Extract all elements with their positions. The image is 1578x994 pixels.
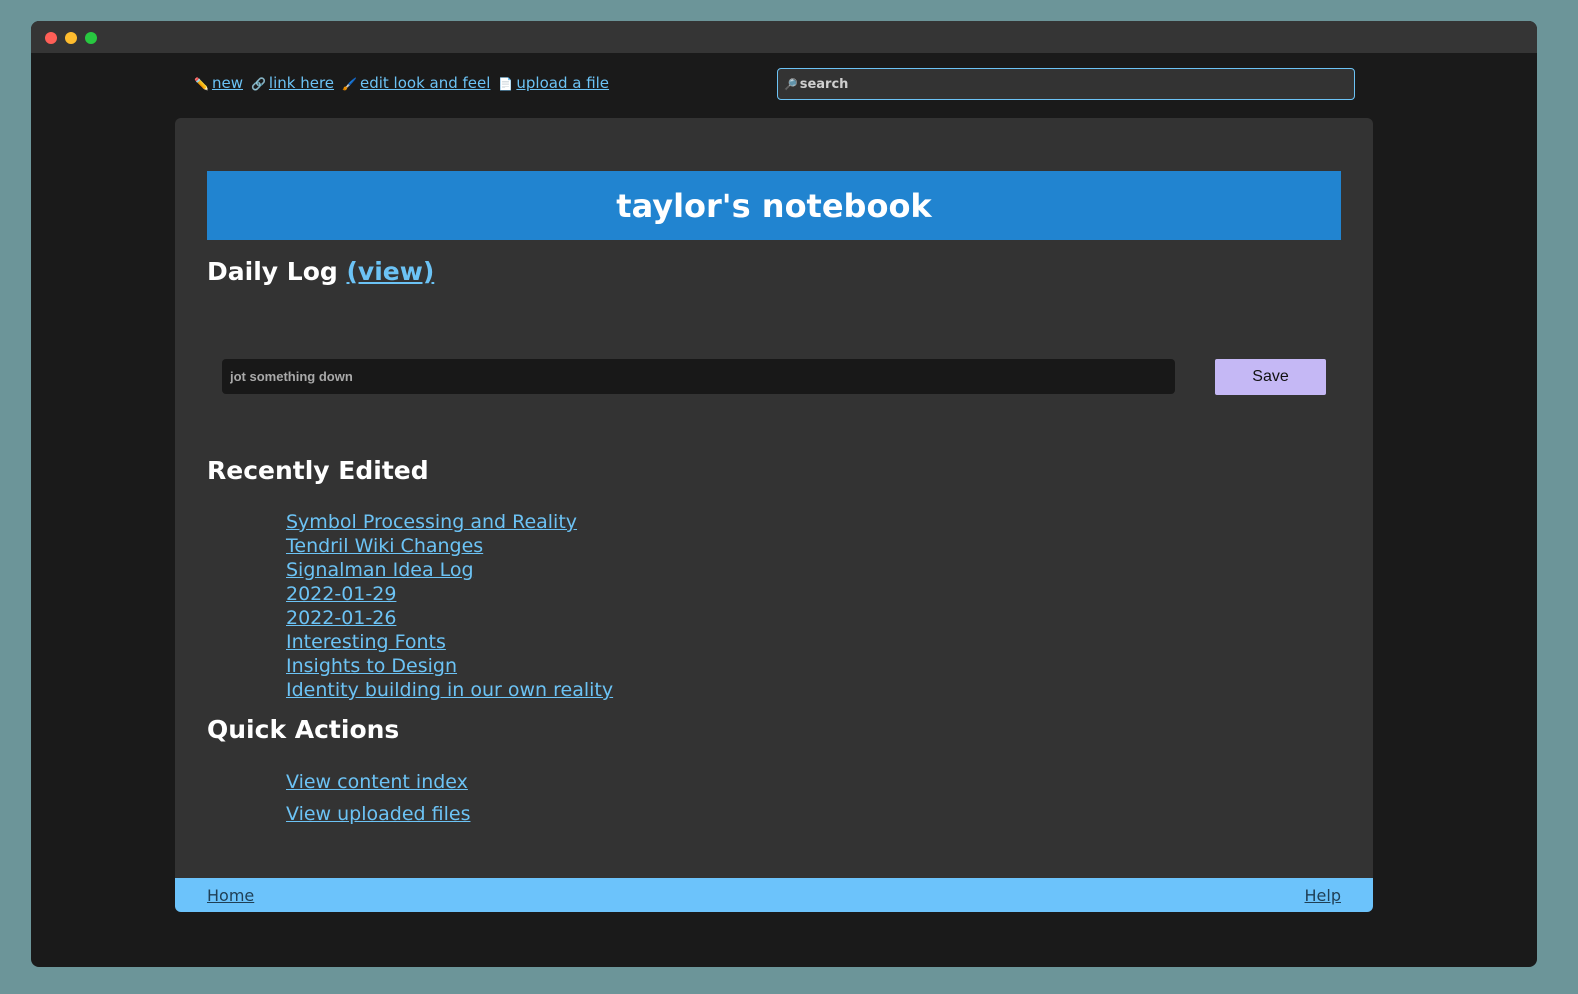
footer-home-link[interactable]: Home — [207, 886, 254, 905]
search-box: 🔎 — [777, 68, 1355, 100]
title-bar — [31, 21, 1537, 53]
top-nav: ✏️ new 🔗 link here 🖌️ edit look and feel 📄 u… — [194, 74, 609, 92]
quick-actions-list: View content index View uploaded files — [286, 766, 470, 830]
recent-link[interactable]: 2022-01-29 — [286, 583, 396, 605]
recent-link[interactable]: Interesting Fonts — [286, 631, 446, 653]
list-item: View content index — [286, 766, 470, 798]
notebook-title-banner: taylor's notebook — [207, 171, 1341, 240]
recent-link[interactable]: 2022-01-26 — [286, 607, 396, 629]
pencil-icon: ✏️ — [194, 77, 209, 91]
list-item: 2022-01-26 — [286, 606, 613, 630]
link-here-label: link here — [268, 74, 335, 92]
view-uploaded-files-link[interactable]: View uploaded files — [286, 803, 470, 825]
list-item: Symbol Processing and Reality — [286, 510, 613, 534]
paintbrush-icon: 🖌️ — [342, 77, 357, 91]
new-link[interactable]: ✏️ new — [194, 74, 243, 92]
list-item: Signalman Idea Log — [286, 558, 613, 582]
recent-link[interactable]: Identity building in our own reality — [286, 679, 613, 701]
search-input[interactable] — [799, 76, 1340, 92]
list-item: Tendril Wiki Changes — [286, 534, 613, 558]
daily-log-title: Daily Log — [207, 257, 338, 286]
footer-help-link[interactable]: Help — [1305, 886, 1341, 905]
recent-link[interactable]: Insights to Design — [286, 655, 457, 677]
upload-file-link[interactable]: 📄 upload a file — [498, 74, 609, 92]
list-item: Interesting Fonts — [286, 630, 613, 654]
recent-link[interactable]: Symbol Processing and Reality — [286, 511, 577, 533]
list-item: View uploaded files — [286, 798, 470, 830]
daily-log-heading: Daily Log (view) — [207, 257, 434, 286]
list-item: 2022-01-29 — [286, 582, 613, 606]
document-icon: 📄 — [498, 77, 514, 91]
upload-file-label: upload a file — [516, 74, 610, 92]
browser-window: ✏️ new 🔗 link here 🖌️ edit look and feel 📄 u… — [31, 21, 1537, 967]
edit-look-label: edit look and feel — [359, 74, 491, 92]
recent-link[interactable]: Signalman Idea Log — [286, 559, 474, 581]
edit-look-link[interactable]: 🖌️ edit look and feel — [342, 74, 490, 92]
minimize-window-button[interactable] — [65, 32, 77, 44]
list-item: Insights to Design — [286, 654, 613, 678]
save-button[interactable]: Save — [1215, 359, 1326, 395]
footer-bar: Home Help — [175, 878, 1373, 912]
list-item: Identity building in our own reality — [286, 678, 613, 702]
page-title: taylor's notebook — [616, 186, 932, 225]
recent-link[interactable]: Tendril Wiki Changes — [286, 535, 483, 557]
magnifier-icon: 🔎 — [784, 77, 798, 91]
maximize-window-button[interactable] — [85, 32, 97, 44]
daily-log-view-link[interactable]: (view) — [346, 257, 434, 286]
quick-actions-heading: Quick Actions — [207, 715, 400, 744]
main-card: taylor's notebook Daily Log (view) Save … — [175, 118, 1373, 912]
jot-input[interactable] — [222, 359, 1175, 394]
new-label: new — [211, 74, 243, 92]
close-window-button[interactable] — [45, 32, 57, 44]
link-here-link[interactable]: 🔗 link here — [251, 74, 334, 92]
recently-edited-list: Symbol Processing and Reality Tendril Wi… — [286, 510, 613, 702]
chain-link-icon: 🔗 — [250, 77, 266, 91]
view-content-index-link[interactable]: View content index — [286, 771, 468, 793]
recently-edited-heading: Recently Edited — [207, 456, 429, 485]
